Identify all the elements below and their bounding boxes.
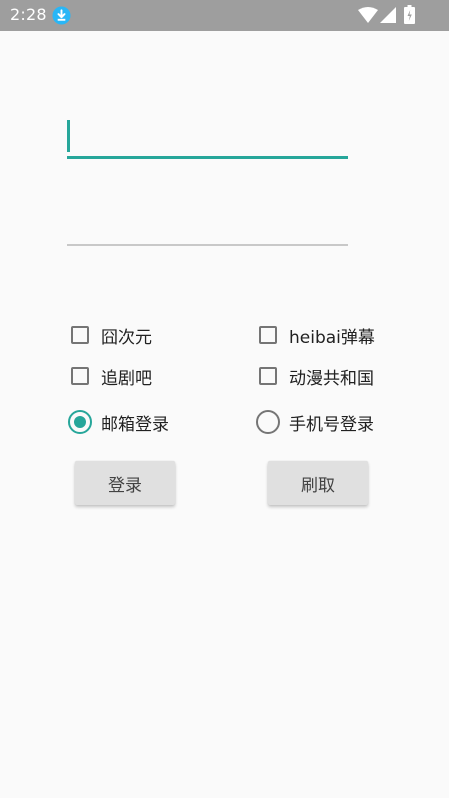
checkbox-option[interactable]: 动漫共和国 <box>255 361 374 391</box>
checkbox-option[interactable]: 囧次元 <box>67 320 152 350</box>
login-button[interactable]: 登录 <box>75 461 175 505</box>
signal-icon <box>380 7 396 23</box>
radio-phone-login[interactable]: 手机号登录 <box>255 407 374 437</box>
checkbox-option[interactable]: heibai弹幕 <box>255 320 375 350</box>
wifi-icon <box>358 7 378 23</box>
text-cursor <box>67 120 70 152</box>
password-field[interactable] <box>67 212 348 246</box>
radio-email-login[interactable]: 邮箱登录 <box>67 407 169 437</box>
checkbox-option[interactable]: 追剧吧 <box>67 361 152 391</box>
status-bar: 2:28 <box>0 0 449 31</box>
radio-label: 手机号登录 <box>289 414 374 435</box>
username-field[interactable] <box>67 118 348 159</box>
download-icon <box>52 6 71 25</box>
checkbox-icon[interactable] <box>71 326 89 344</box>
checkbox-label: 囧次元 <box>101 327 152 348</box>
battery-icon <box>404 5 415 24</box>
checkbox-label: heibai弹幕 <box>289 327 375 348</box>
checkbox-label: 动漫共和国 <box>289 368 374 389</box>
radio-selected-icon[interactable] <box>68 410 92 434</box>
radio-unselected-icon[interactable] <box>256 410 280 434</box>
radio-label: 邮箱登录 <box>101 414 169 435</box>
checkbox-icon[interactable] <box>259 326 277 344</box>
checkbox-icon[interactable] <box>259 367 277 385</box>
checkbox-icon[interactable] <box>71 367 89 385</box>
status-time: 2:28 <box>10 5 47 24</box>
fetch-button[interactable]: 刷取 <box>268 461 368 505</box>
checkbox-label: 追剧吧 <box>101 368 152 389</box>
